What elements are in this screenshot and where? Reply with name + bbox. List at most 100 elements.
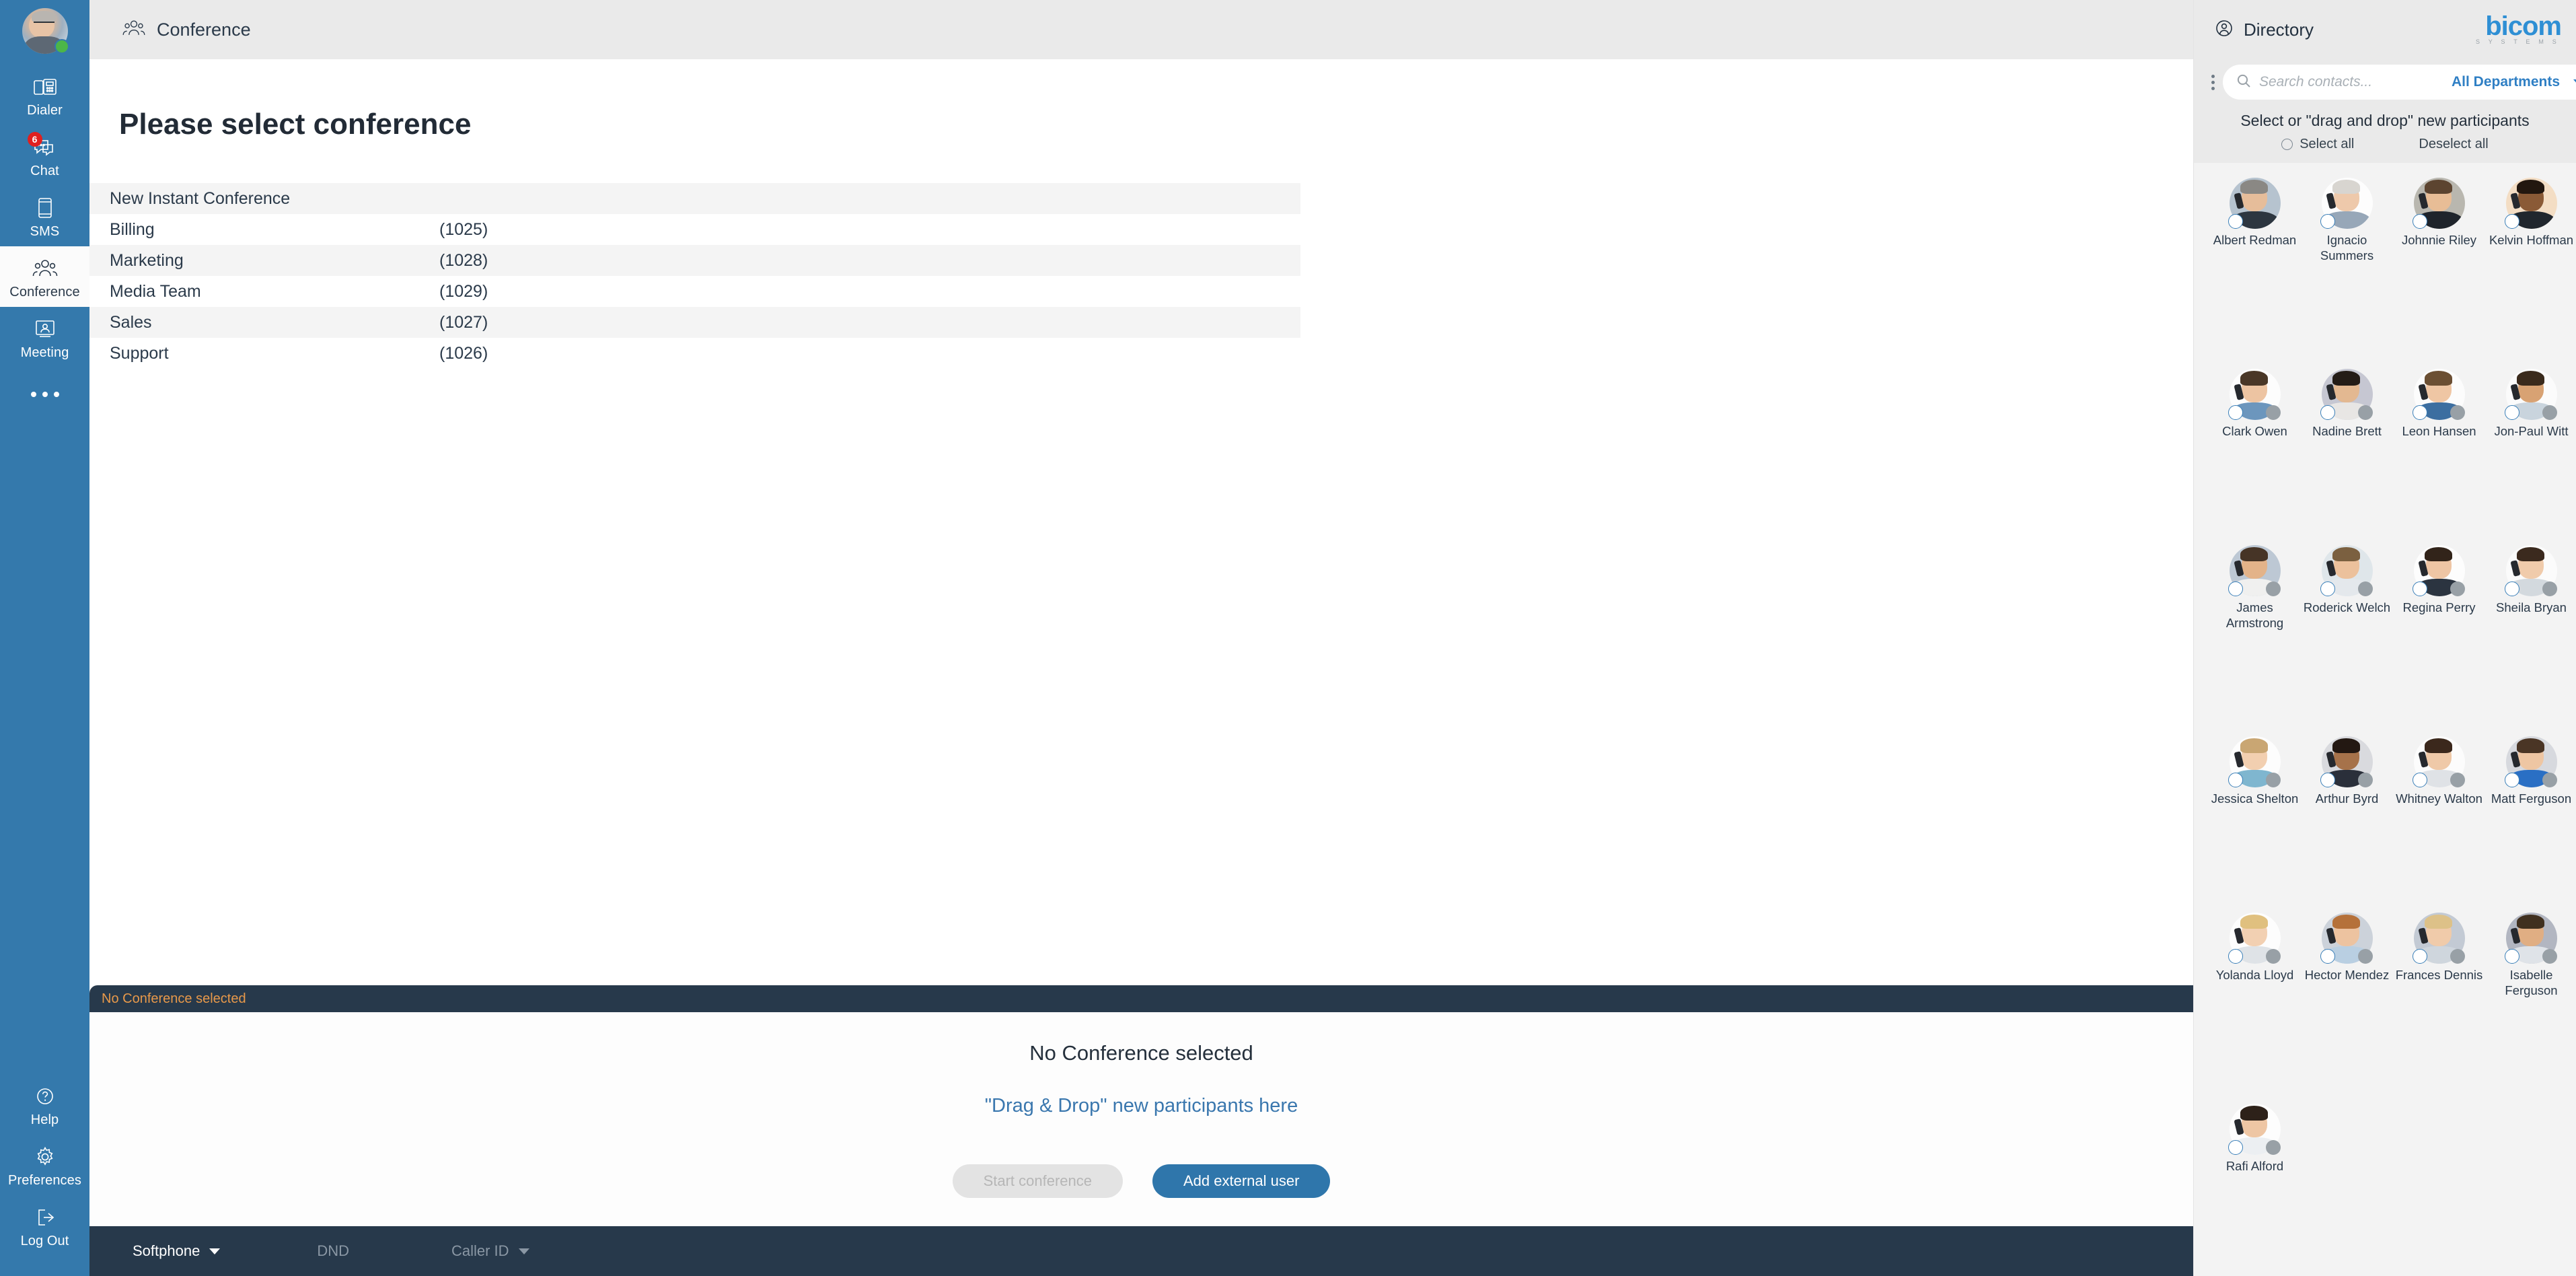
contact-card[interactable]: Frances Dennis xyxy=(2393,913,2485,1100)
sidebar-item-dialer[interactable]: Dialer xyxy=(0,65,89,125)
table-row[interactable]: Support (1026) xyxy=(89,338,1300,369)
contact-select-checkbox[interactable] xyxy=(2228,1140,2243,1156)
add-external-user-button[interactable]: Add external user xyxy=(1152,1164,1331,1198)
avatar xyxy=(2228,178,2281,229)
contact-card[interactable]: Yolanda Lloyd xyxy=(2209,913,2301,1100)
table-row[interactable]: New Instant Conference xyxy=(89,183,1300,214)
sidebar-item-sms[interactable]: SMS xyxy=(0,186,89,246)
left-sidebar: Dialer 6 Chat SMS Conference Meeting Hel… xyxy=(0,0,89,1276)
dot xyxy=(53,392,59,397)
presence-offline-dot xyxy=(2542,405,2557,421)
search-input[interactable] xyxy=(2259,74,2443,90)
dot xyxy=(30,392,36,397)
contact-select-checkbox[interactable] xyxy=(2412,773,2427,788)
contact-select-checkbox[interactable] xyxy=(2412,214,2427,229)
contact-name: Rafi Alford xyxy=(2225,1159,2284,1174)
table-row[interactable]: Media Team (1029) xyxy=(89,276,1300,307)
contact-card[interactable]: Nadine Brett xyxy=(2301,369,2393,541)
contact-card[interactable]: Hector Mendez xyxy=(2301,913,2393,1100)
avatar xyxy=(2504,178,2557,229)
logo-wordmark: bicom xyxy=(2485,11,2562,41)
contact-card[interactable]: Regina Perry xyxy=(2393,545,2485,732)
sidebar-item-label: Dialer xyxy=(27,103,63,118)
softphone-selector[interactable]: Softphone xyxy=(133,1242,221,1260)
contact-card[interactable]: Kelvin Hoffman xyxy=(2485,178,2576,365)
sidebar-item-help[interactable]: Help xyxy=(0,1074,89,1135)
contact-select-checkbox[interactable] xyxy=(2228,581,2243,596)
contact-select-checkbox[interactable] xyxy=(2412,405,2427,421)
contact-select-checkbox[interactable] xyxy=(2504,214,2519,229)
contact-card[interactable]: Roderick Welch xyxy=(2301,545,2393,732)
department-filter-label[interactable]: All Departments xyxy=(2452,74,2560,90)
contact-card[interactable]: Clark Owen xyxy=(2209,369,2301,541)
person-circle-icon xyxy=(2214,18,2234,42)
contact-select-checkbox[interactable] xyxy=(2228,405,2243,421)
logo-subtitle: S Y S T E M S xyxy=(2476,38,2560,46)
contact-select-checkbox[interactable] xyxy=(2228,773,2243,788)
contact-select-checkbox[interactable] xyxy=(2320,214,2335,229)
avatar[interactable] xyxy=(22,8,69,54)
sidebar-item-label: Log Out xyxy=(20,1234,69,1248)
sidebar-item-chat[interactable]: 6 Chat xyxy=(0,125,89,186)
table-row[interactable]: Marketing (1028) xyxy=(89,245,1300,276)
photo-hair xyxy=(2332,371,2361,386)
desk-phone-icon xyxy=(33,74,57,100)
contact-select-checkbox[interactable] xyxy=(2412,581,2427,596)
contact-select-checkbox[interactable] xyxy=(2504,581,2519,596)
contact-select-checkbox[interactable] xyxy=(2320,581,2335,596)
contact-select-checkbox[interactable] xyxy=(2320,405,2335,421)
contact-select-checkbox[interactable] xyxy=(2320,773,2335,788)
contact-select-checkbox[interactable] xyxy=(2228,949,2243,964)
sidebar-item-logout[interactable]: Log Out xyxy=(0,1195,89,1256)
start-conference-button[interactable]: Start conference xyxy=(952,1164,1123,1198)
contact-card[interactable]: Albert Redman xyxy=(2209,178,2301,365)
dnd-toggle[interactable]: DND xyxy=(317,1242,349,1260)
contact-card[interactable]: Rafi Alford xyxy=(2209,1104,2301,1276)
table-row[interactable]: Billing (1025) xyxy=(89,214,1300,245)
contact-name: Clark Owen xyxy=(2222,424,2287,439)
contact-name: Sheila Bryan xyxy=(2496,600,2567,614)
contact-select-checkbox[interactable] xyxy=(2504,949,2519,964)
conference-dropzone[interactable]: No Conference selected "Drag & Drop" new… xyxy=(89,1012,2193,1226)
contact-name: Jon-Paul Witt xyxy=(2494,424,2569,439)
contact-card[interactable]: Isabelle Ferguson xyxy=(2485,913,2576,1100)
sidebar-item-preferences[interactable]: Preferences xyxy=(0,1135,89,1195)
contact-select-checkbox[interactable] xyxy=(2504,405,2519,421)
conference-extension: (1028) xyxy=(439,250,488,270)
avatar xyxy=(2320,913,2373,964)
contact-name: Albert Redman xyxy=(2213,233,2297,247)
contact-card[interactable]: Jessica Shelton xyxy=(2209,736,2301,909)
table-row[interactable]: Sales (1027) xyxy=(89,307,1300,338)
chevron-down-icon[interactable] xyxy=(2573,79,2576,85)
contact-name: Hector Mendez xyxy=(2304,968,2390,982)
presence-offline-dot xyxy=(2265,773,2281,788)
contact-name: Isabelle Ferguson xyxy=(2505,968,2558,997)
contact-card[interactable]: Ignacio Summers xyxy=(2301,178,2393,365)
contact-card[interactable]: Matt Ferguson xyxy=(2485,736,2576,909)
contact-card[interactable]: James Armstrong xyxy=(2209,545,2301,732)
contact-card[interactable]: Sheila Bryan xyxy=(2485,545,2576,732)
contact-card[interactable]: Leon Hansen xyxy=(2393,369,2485,541)
contact-name: Nadine Brett xyxy=(2312,424,2382,439)
select-all-button[interactable]: Select all xyxy=(2281,137,2354,152)
caller-id-selector[interactable]: Caller ID xyxy=(451,1242,529,1260)
sidebar-item-meeting[interactable]: Meeting xyxy=(0,307,89,367)
contact-select-checkbox[interactable] xyxy=(2412,949,2427,964)
contact-name: Kelvin Hoffman xyxy=(2489,233,2574,247)
conference-extension: (1027) xyxy=(439,312,488,332)
contact-select-checkbox[interactable] xyxy=(2504,773,2519,788)
contact-card[interactable]: Jon-Paul Witt xyxy=(2485,369,2576,541)
sidebar-item-conference[interactable]: Conference xyxy=(0,246,89,307)
more-vertical-icon[interactable] xyxy=(2209,69,2217,96)
presence-offline-dot xyxy=(2450,773,2465,788)
contact-select-checkbox[interactable] xyxy=(2228,214,2243,229)
deselect-all-button[interactable]: Deselect all xyxy=(2419,137,2488,152)
contact-card[interactable]: Johnnie Riley xyxy=(2393,178,2485,365)
avatar xyxy=(2228,369,2281,421)
presence-online-dot xyxy=(54,39,69,54)
sidebar-more-button[interactable] xyxy=(30,382,59,406)
contact-select-checkbox[interactable] xyxy=(2320,949,2335,964)
contact-card[interactable]: Whitney Walton xyxy=(2393,736,2485,909)
contact-card[interactable]: Arthur Byrd xyxy=(2301,736,2393,909)
photo-hair xyxy=(2425,547,2453,562)
